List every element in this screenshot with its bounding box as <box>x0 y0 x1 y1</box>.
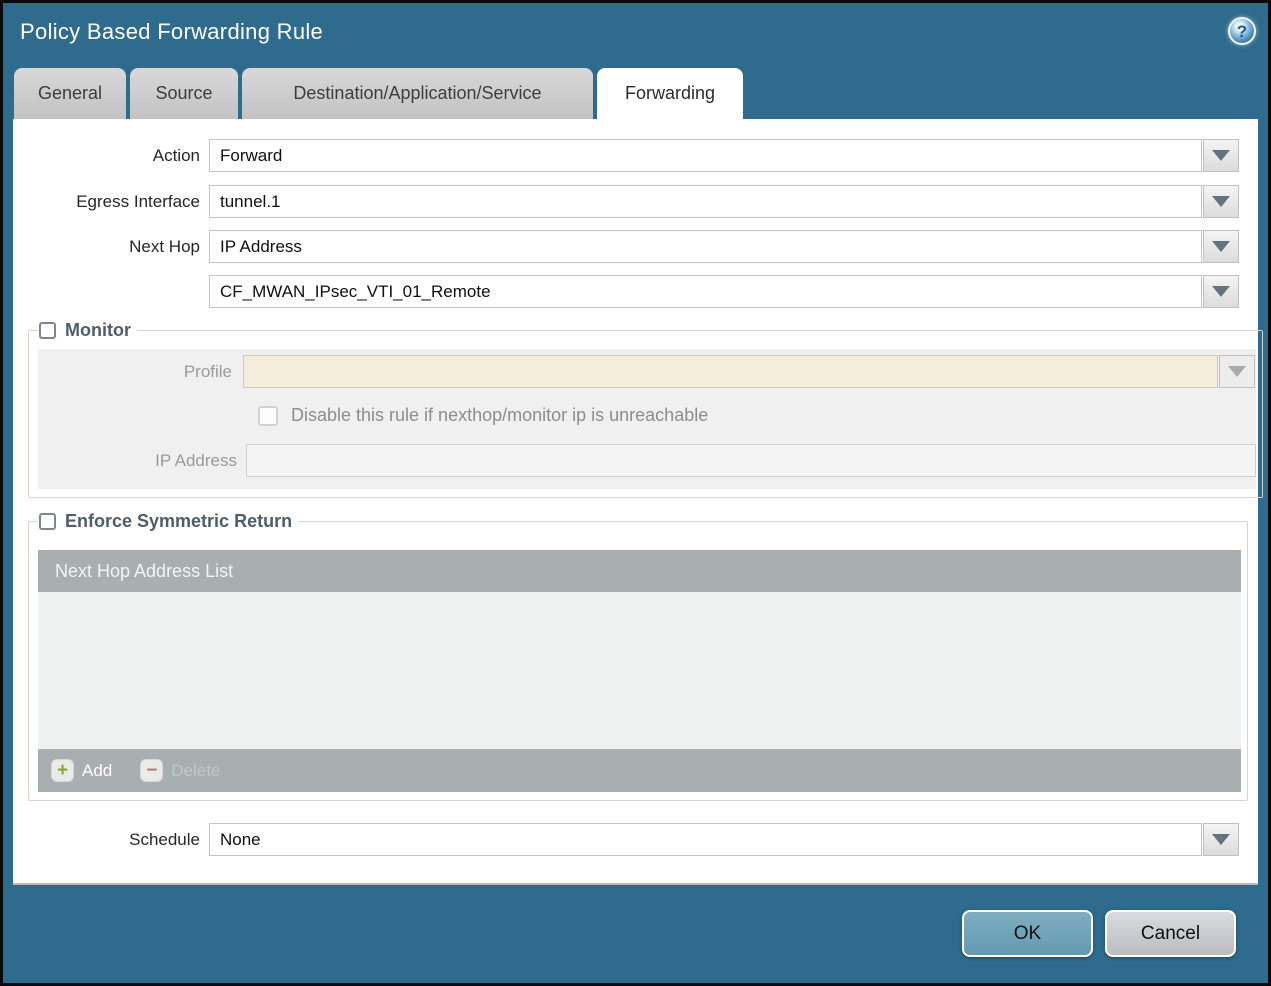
next-hop-address-dropdown-button[interactable] <box>1203 275 1239 308</box>
next-hop-address-list-body[interactable] <box>38 592 1241 749</box>
next-hop-address-list-header: Next Hop Address List <box>38 550 1241 592</box>
chevron-down-icon <box>1212 150 1230 161</box>
next-hop-combo <box>209 230 1239 263</box>
schedule-dropdown-button[interactable] <box>1203 823 1239 856</box>
schedule-label: Schedule <box>129 829 200 849</box>
next-hop-address-list-toolbar: + Add − Delete <box>38 749 1241 792</box>
action-input[interactable] <box>209 139 1202 172</box>
next-hop-address-input[interactable] <box>209 275 1202 308</box>
profile-dropdown-button <box>1219 355 1255 388</box>
tab-destination-application-service[interactable]: Destination/Application/Service <box>242 68 593 119</box>
add-button-label: Add <box>82 760 113 780</box>
schedule-input[interactable] <box>209 823 1202 856</box>
action-label: Action <box>152 145 200 165</box>
chevron-down-icon <box>1212 196 1230 207</box>
monitor-panel: Profile Disable this rule if nexthop/mon… <box>38 349 1256 489</box>
schedule-combo <box>209 823 1239 856</box>
monitor-legend: Monitor <box>38 320 137 341</box>
monitor-ip-address-label: IP Address <box>155 450 237 470</box>
action-combo <box>209 139 1239 172</box>
profile-label: Profile <box>183 361 232 381</box>
tab-source[interactable]: Source <box>130 68 238 119</box>
help-icon[interactable]: ? <box>1228 17 1256 45</box>
monitor-checkbox[interactable] <box>39 322 56 339</box>
schedule-row: Schedule <box>13 823 1258 856</box>
egress-interface-combo <box>209 185 1239 218</box>
chevron-down-icon <box>1212 286 1230 297</box>
delete-button-label: Delete <box>171 760 221 780</box>
tab-general[interactable]: General <box>14 68 126 119</box>
profile-input <box>243 355 1218 388</box>
disable-rule-label: Disable this rule if nexthop/monitor ip … <box>291 405 709 425</box>
tab-forwarding[interactable]: Forwarding <box>597 68 743 119</box>
cancel-button[interactable]: Cancel <box>1105 910 1236 957</box>
monitor-fieldset: Monitor Profile Disable this rule if nex… <box>28 320 1263 498</box>
enforce-symmetric-return-legend-label: Enforce Symmetric Return <box>65 511 293 531</box>
next-hop-dropdown-button[interactable] <box>1203 230 1239 263</box>
chevron-down-icon <box>1212 241 1230 252</box>
disable-rule-checkbox <box>258 405 278 426</box>
monitor-ip-address-input <box>246 444 1256 477</box>
ok-button[interactable]: OK <box>962 910 1093 957</box>
forwarding-panel: Action Egress Interface Ne <box>13 119 1263 885</box>
tab-bar: General Source Destination/Application/S… <box>14 68 743 119</box>
minus-icon: − <box>140 759 164 782</box>
enforce-symmetric-return-legend: Enforce Symmetric Return <box>38 511 298 532</box>
egress-interface-input[interactable] <box>209 185 1202 218</box>
chevron-down-icon <box>1212 834 1230 845</box>
dialog-frame: Policy Based Forwarding Rule ? General S… <box>0 0 1271 986</box>
egress-interface-dropdown-button[interactable] <box>1203 185 1239 218</box>
next-hop-address-combo <box>209 275 1239 308</box>
delete-button: − Delete <box>140 759 220 782</box>
profile-row: Profile <box>38 355 1256 388</box>
next-hop-input[interactable] <box>209 230 1202 263</box>
next-hop-row: Next Hop <box>13 230 1258 263</box>
monitor-legend-label: Monitor <box>65 320 131 340</box>
next-hop-label: Next Hop <box>129 236 200 256</box>
profile-combo <box>243 355 1255 388</box>
action-row: Action <box>13 139 1258 172</box>
monitor-ip-address-row: IP Address <box>38 444 1256 477</box>
enforce-symmetric-return-checkbox[interactable] <box>39 513 56 530</box>
dialog-window: Policy Based Forwarding Rule ? General S… <box>3 3 1268 983</box>
next-hop-address-list-table: Next Hop Address List + Add − Delete <box>38 550 1241 792</box>
chevron-down-icon <box>1228 366 1246 377</box>
action-dropdown-button[interactable] <box>1203 139 1239 172</box>
enforce-symmetric-return-fieldset: Enforce Symmetric Return Next Hop Addres… <box>28 511 1248 801</box>
disable-rule-row: Disable this rule if nexthop/monitor ip … <box>258 405 1256 426</box>
dialog-title: Policy Based Forwarding Rule <box>20 19 324 44</box>
egress-interface-label: Egress Interface <box>76 191 200 211</box>
plus-icon: + <box>51 759 74 782</box>
help-icon-glyph: ? <box>1236 21 1248 41</box>
add-button[interactable]: + Add <box>51 759 112 782</box>
egress-interface-row: Egress Interface <box>13 185 1258 218</box>
next-hop-address-row <box>13 275 1258 308</box>
